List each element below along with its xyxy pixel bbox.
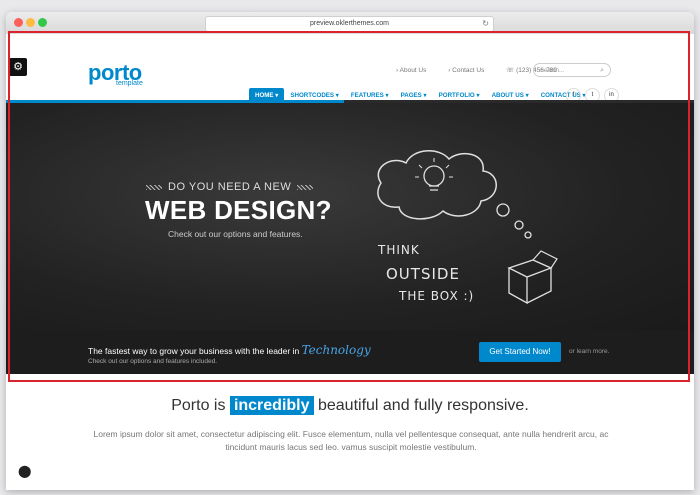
intro-headline: Porto is incredibly beautiful and fully … (171, 396, 529, 415)
contact-us-link[interactable]: › Contact Us (448, 67, 494, 74)
minimize-window-icon[interactable] (26, 18, 35, 27)
hero-big-title: WEB DESIGN? (145, 195, 332, 225)
site-header: ⚙ porto template › About Us › Contact Us… (6, 34, 694, 104)
browser-titlebar: preview.oklerthemes.com ↻ (6, 12, 694, 35)
site-logo-subtitle: template (116, 80, 143, 87)
cta-headline: The fastest way to grow your business wi… (88, 343, 371, 357)
address-url: preview.oklerthemes.com (310, 20, 389, 27)
close-window-icon[interactable] (14, 18, 23, 27)
maximize-window-icon[interactable] (38, 18, 47, 27)
hero-subtitle: Check out our options and features. (168, 229, 303, 239)
address-bar[interactable]: preview.oklerthemes.com ↻ (205, 16, 494, 32)
hero-small-title: DO YOU NEED A NEW (140, 181, 319, 193)
intro-section: Porto is incredibly beautiful and fully … (6, 374, 694, 490)
search-input[interactable]: Search... ⌕ (533, 63, 611, 77)
cta-technology-word: Technology (301, 343, 371, 357)
reload-icon[interactable]: ↻ (482, 17, 489, 31)
intro-paragraph: Lorem ipsum dolor sit amet, consectetur … (93, 429, 609, 452)
chalk-text-think: THINK (378, 243, 420, 257)
browser-window: preview.oklerthemes.com ↻ ⚙ porto templa… (6, 12, 694, 490)
cta-subline: Check out our options and features inclu… (88, 358, 218, 365)
location-pin-icon[interactable]: ⬤ (18, 464, 31, 478)
call-to-action-bar: The fastest way to grow your business wi… (6, 330, 694, 374)
search-placeholder: Search... (540, 68, 565, 74)
about-us-link[interactable]: › About Us (396, 67, 436, 74)
get-started-button[interactable]: Get Started Now! (479, 342, 561, 362)
settings-gear-icon[interactable]: ⚙ (9, 58, 27, 76)
hero-slider: DO YOU NEED A NEW WEB DESIGN? Check out … (6, 103, 694, 330)
chalk-text-the-box: THE BOX :) (399, 289, 475, 303)
headline-highlight: incredibly (229, 396, 314, 415)
chalk-text-outside: OUTSIDE (386, 265, 460, 283)
learn-more-link[interactable]: or learn more. (569, 348, 609, 355)
search-icon[interactable]: ⌕ (600, 64, 604, 78)
